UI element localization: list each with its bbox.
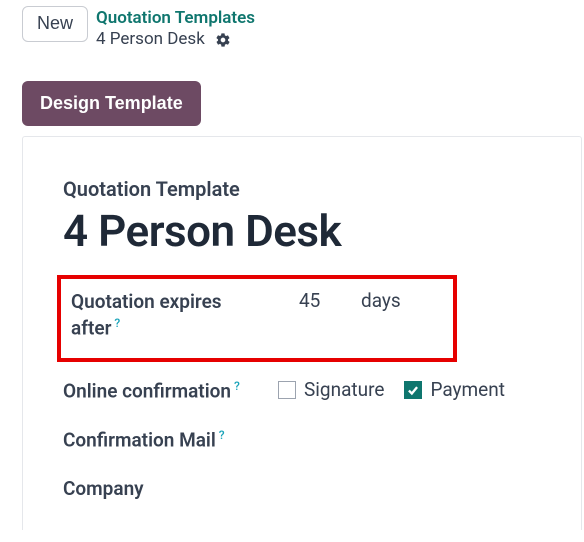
breadcrumb: Quotation Templates 4 Person Desk	[96, 6, 255, 51]
breadcrumb-current-label: 4 Person Desk	[96, 29, 205, 50]
company-label: Company	[63, 476, 278, 503]
breadcrumb-current: 4 Person Desk	[96, 29, 255, 50]
help-icon[interactable]: ?	[219, 428, 225, 442]
company-row: Company	[63, 476, 581, 503]
gear-icon[interactable]	[215, 32, 231, 48]
help-icon[interactable]: ?	[234, 379, 240, 393]
online-confirmation-label: Online confirmation?	[63, 378, 278, 405]
confirmation-mail-label: Confirmation Mail?	[63, 427, 278, 454]
online-confirmation-row: Online confirmation? Signature Payment	[63, 378, 581, 405]
signature-label[interactable]: Signature	[304, 378, 384, 401]
confirmation-checks: Signature Payment	[278, 378, 505, 401]
topbar: New Quotation Templates 4 Person Desk	[0, 0, 584, 51]
signature-option: Signature	[278, 378, 384, 401]
expires-value[interactable]: 45	[271, 289, 341, 312]
company-label-text: Company	[63, 477, 144, 500]
breadcrumb-parent-link[interactable]: Quotation Templates	[96, 8, 255, 29]
new-button[interactable]: New	[22, 6, 88, 42]
expires-label: Quotation expires after?	[71, 289, 271, 343]
confirmation-mail-row: Confirmation Mail?	[63, 427, 581, 454]
payment-label[interactable]: Payment	[430, 378, 505, 401]
signature-checkbox[interactable]	[278, 381, 296, 399]
confirmation-mail-label-text: Confirmation Mail	[63, 428, 216, 451]
online-confirmation-label-text: Online confirmation	[63, 379, 231, 402]
payment-option: Payment	[404, 378, 505, 401]
expires-unit: days	[341, 289, 401, 312]
payment-checkbox[interactable]	[404, 381, 422, 399]
highlight-box: Quotation expires after? 45 days	[57, 275, 457, 363]
section-label: Quotation Template	[63, 177, 581, 201]
record-title[interactable]: 4 Person Desk	[63, 205, 581, 257]
design-template-button[interactable]: Design Template	[22, 81, 201, 126]
expires-label-text: Quotation expires after	[71, 290, 222, 340]
form-sheet: Quotation Template 4 Person Desk Quotati…	[22, 136, 582, 531]
help-icon[interactable]: ?	[114, 316, 120, 330]
